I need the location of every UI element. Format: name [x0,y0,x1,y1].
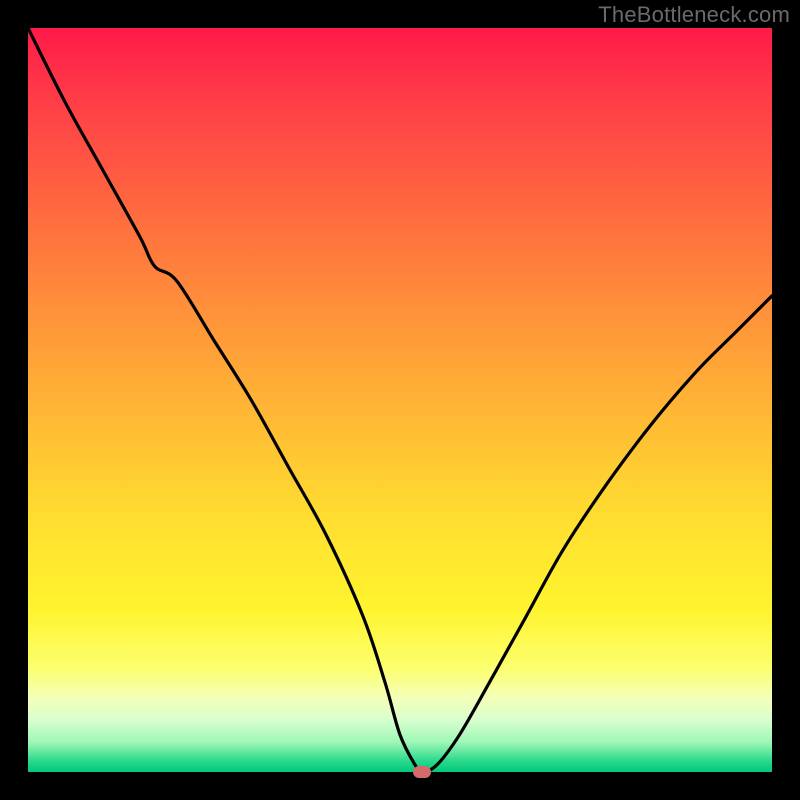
bottleneck-curve [28,28,772,772]
chart-frame: TheBottleneck.com [0,0,800,800]
watermark-text: TheBottleneck.com [598,2,790,28]
curve-path [28,28,772,772]
minimum-marker [413,766,431,778]
plot-area [28,28,772,772]
